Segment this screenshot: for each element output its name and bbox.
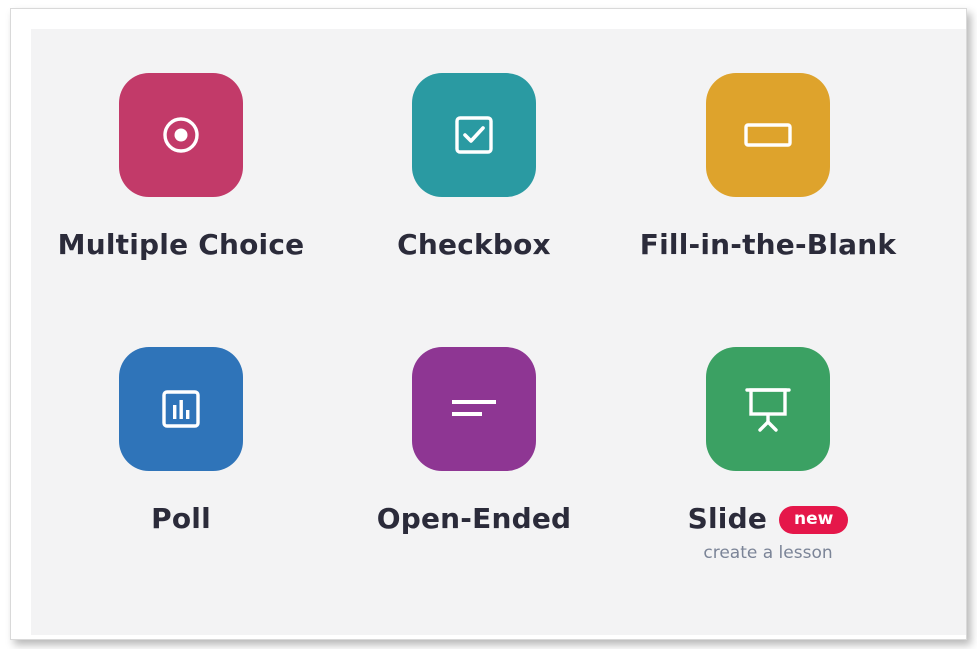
poll-label: Poll <box>151 502 211 535</box>
checkbox-icon-box[interactable] <box>412 73 536 197</box>
text-lines-icon <box>452 400 496 416</box>
question-type-panel: Multiple Choice Checkbox Fill-in-the-Bla… <box>31 29 966 635</box>
fill-in-the-blank-icon-box[interactable] <box>706 73 830 197</box>
tile-fill-in-the-blank[interactable]: Fill-in-the-Blank <box>618 73 918 261</box>
fill-in-the-blank-label: Fill-in-the-Blank <box>639 228 897 261</box>
slide-icon-box[interactable] <box>706 347 830 471</box>
tile-open-ended[interactable]: Open-Ended <box>324 347 624 535</box>
poll-icon-box[interactable] <box>119 347 243 471</box>
new-badge: new <box>779 505 849 534</box>
slide-label-row: Slide new <box>618 502 918 535</box>
tile-slide[interactable]: Slide new create a lesson <box>618 347 918 563</box>
tile-checkbox[interactable]: Checkbox <box>324 73 624 261</box>
checkbox-icon <box>455 116 493 154</box>
create-lesson-subtitle: create a lesson <box>703 543 833 563</box>
slide-label: Slide <box>687 502 768 535</box>
tile-poll[interactable]: Poll <box>31 347 331 535</box>
tile-multiple-choice[interactable]: Multiple Choice <box>31 73 331 261</box>
radio-icon <box>163 117 199 153</box>
checkbox-label: Checkbox <box>397 228 551 261</box>
open-ended-label: Open-Ended <box>376 502 572 535</box>
presentation-board-icon <box>745 388 791 432</box>
multiple-choice-icon-box[interactable] <box>119 73 243 197</box>
multiple-choice-label: Multiple Choice <box>57 228 305 261</box>
poll-chart-icon <box>162 390 200 428</box>
open-ended-icon-box[interactable] <box>412 347 536 471</box>
blank-field-icon <box>744 123 792 147</box>
question-type-window: Multiple Choice Checkbox Fill-in-the-Bla… <box>10 8 967 640</box>
